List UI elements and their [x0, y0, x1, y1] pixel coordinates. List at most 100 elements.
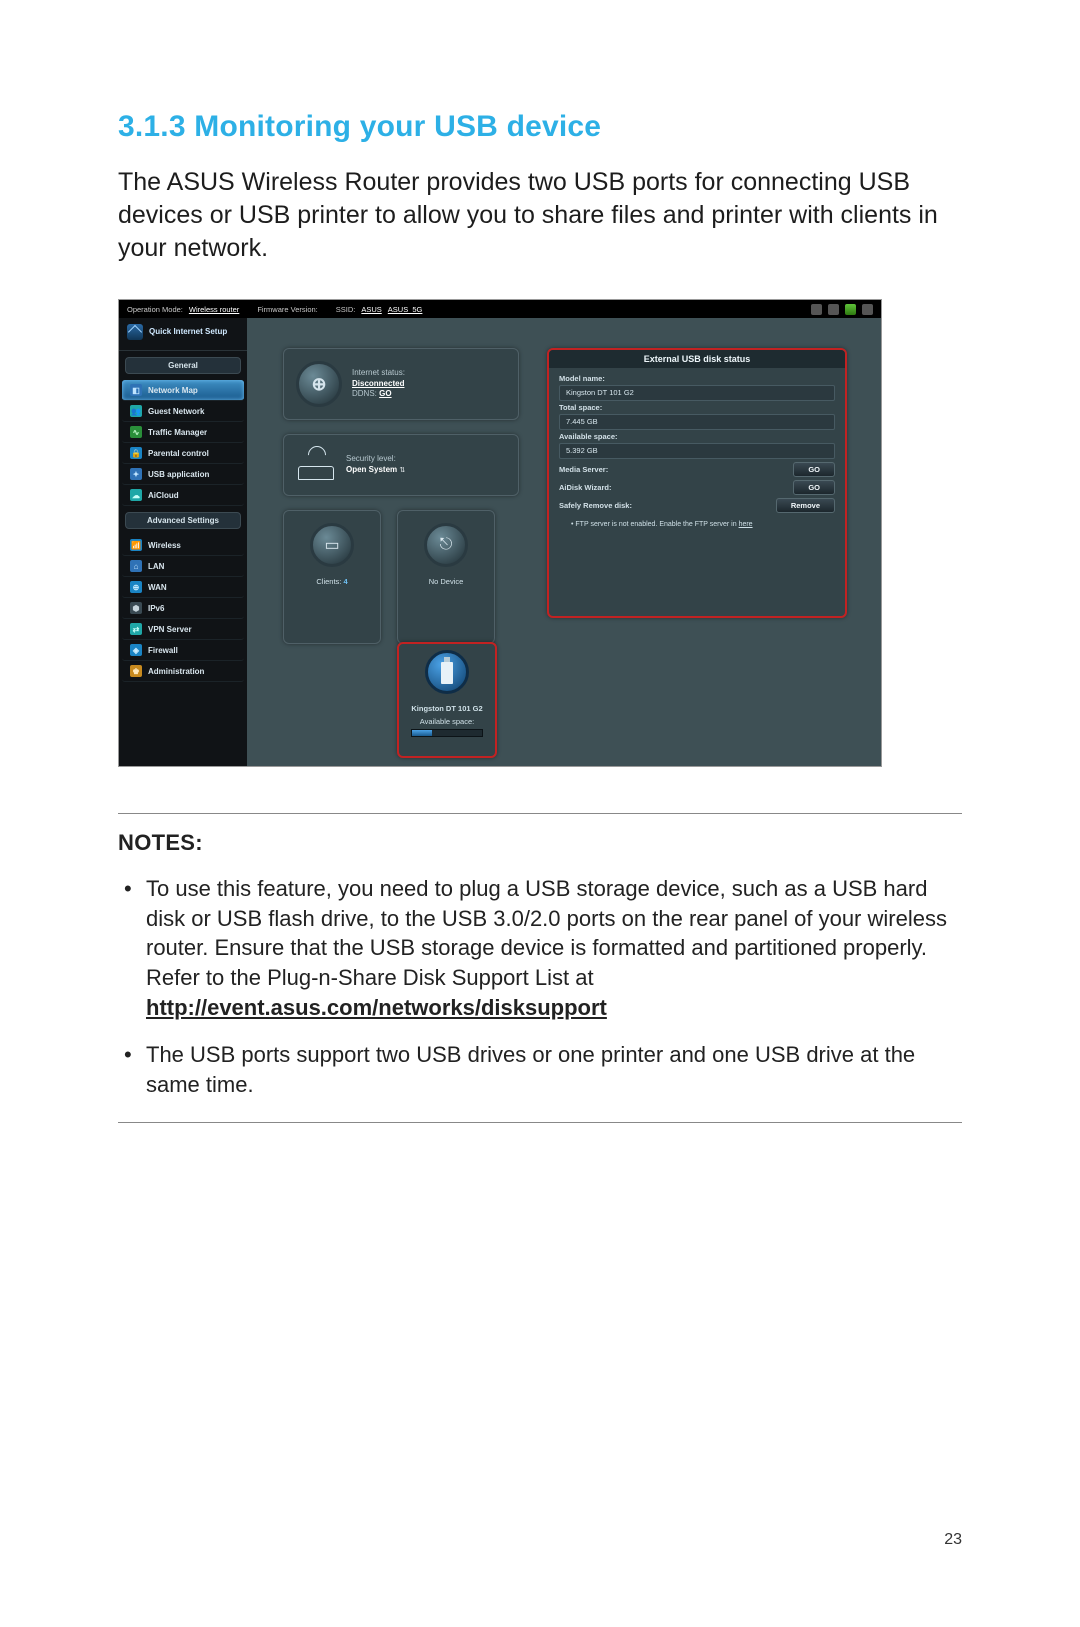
notes-heading: NOTES: — [118, 830, 962, 856]
nav-administration[interactable]: ♚ Administration — [122, 661, 244, 682]
ftp-note: • FTP server is not enabled. Enable the … — [559, 515, 835, 528]
nav-ipv6[interactable]: ⬢ IPv6 — [122, 598, 244, 619]
router-topbar: Operation Mode: Wireless router Firmware… — [119, 300, 881, 318]
clients-label: Clients: — [316, 577, 341, 586]
nav-label: IPv6 — [148, 604, 164, 613]
topbar-icon-3 — [862, 304, 873, 315]
vpn-icon: ⇄ — [130, 623, 142, 635]
op-mode-label: Operation Mode: — [127, 305, 183, 314]
nav-label: Wireless — [148, 541, 181, 550]
divider — [118, 1122, 962, 1123]
nav-firewall[interactable]: ◈ Firewall — [122, 640, 244, 661]
admin-icon: ♚ — [130, 665, 142, 677]
ddns-label: DDNS: — [352, 389, 377, 398]
note-1-url[interactable]: http://event.asus.com/networks/disksuppo… — [146, 995, 607, 1020]
security-label: Security level: — [346, 454, 396, 463]
qis-label: Quick Internet Setup — [149, 328, 227, 337]
sidebar: Quick Internet Setup General ◧Network Ma… — [119, 318, 248, 766]
divider — [118, 813, 962, 814]
nav-traffic-manager[interactable]: ∿ Traffic Manager — [122, 422, 244, 443]
note-item-1: To use this feature, you need to plug a … — [146, 874, 962, 1022]
media-label: Media Server: — [559, 465, 785, 474]
ssid-value-2: ASUS_5G — [388, 305, 423, 314]
remove-button[interactable]: Remove — [776, 498, 835, 513]
nav-network-map[interactable]: ◧ Network Map — [122, 380, 244, 401]
shield-icon: ◈ — [130, 644, 142, 656]
router-icon — [296, 450, 336, 480]
model-label: Model name: — [559, 374, 835, 383]
nav-label: Administration — [148, 667, 204, 676]
cloud-icon: ☁ — [130, 489, 142, 501]
router-main: ⊕ Internet status: Disconnected DDNS: GO… — [247, 318, 881, 766]
security-value: Open System — [346, 465, 397, 474]
guest-network-icon: 👥 — [130, 405, 142, 417]
nav-label: Parental control — [148, 449, 209, 458]
usb-device-name: Kingston DT 101 G2 — [399, 704, 495, 713]
usb-drive-icon — [425, 650, 469, 694]
quick-internet-setup[interactable]: Quick Internet Setup — [119, 318, 247, 351]
ssid-label: SSID: — [336, 305, 356, 314]
nav-label: Network Map — [148, 386, 198, 395]
page-number: 23 — [944, 1531, 962, 1549]
nav-parental-control[interactable]: 🔒 Parental control — [122, 443, 244, 464]
nav-label: Firewall — [148, 646, 178, 655]
media-go-button[interactable]: GO — [793, 462, 835, 477]
no-device-card[interactable]: ⎋ No Device — [397, 510, 495, 644]
ssid-value-1: ASUS — [361, 305, 381, 314]
internet-status-text: Internet status: Disconnected DDNS: GO — [352, 368, 405, 400]
available-space-label: Available space: — [399, 717, 495, 726]
total-label: Total space: — [559, 403, 835, 412]
security-text: Security level: Open System ⇅ — [346, 454, 405, 476]
monitor-icon: ▭ — [310, 523, 354, 567]
nav-label: AiCloud — [148, 491, 179, 500]
external-usb-status-panel: External USB disk status Model name: Kin… — [547, 348, 847, 618]
nav-label: Guest Network — [148, 407, 204, 416]
total-value: 7.445 GB — [559, 414, 835, 430]
ftp-enable-link[interactable]: here — [739, 521, 753, 528]
op-mode-value: Wireless router — [189, 305, 239, 314]
nav-wan[interactable]: ⊕WAN — [122, 577, 244, 598]
puzzle-icon: ✦ — [130, 468, 142, 480]
nav-label: LAN — [148, 562, 164, 571]
topbar-icon-1 — [811, 304, 822, 315]
model-value: Kingston DT 101 G2 — [559, 385, 835, 401]
nav-lan[interactable]: ⌂ LAN — [122, 556, 244, 577]
note-item-2: The USB ports support two USB drives or … — [146, 1040, 962, 1099]
note-1-text: To use this feature, you need to plug a … — [146, 876, 947, 990]
no-device-label: No Device — [398, 577, 494, 586]
qis-icon — [127, 324, 143, 340]
internet-status-card[interactable]: ⊕ Internet status: Disconnected DDNS: GO — [283, 348, 519, 420]
avail-label: Available space: — [559, 432, 835, 441]
nav-vpn[interactable]: ⇄ VPN Server — [122, 619, 244, 640]
section-heading: 3.1.3 Monitoring your USB device — [118, 110, 962, 144]
globe-large-icon: ⊕ — [296, 361, 342, 407]
nav-label: USB application — [148, 470, 209, 479]
home-icon: ⌂ — [130, 560, 142, 572]
aidisk-label: AiDisk Wizard: — [559, 483, 785, 492]
usb-icon — [845, 304, 856, 315]
lock-icon: 🔒 — [130, 447, 142, 459]
remove-label: Safely Remove disk: — [559, 501, 768, 510]
traffic-icon: ∿ — [130, 426, 142, 438]
status-label: Internet status: — [352, 368, 405, 377]
nav-guest-network[interactable]: 👥 Guest Network — [122, 401, 244, 422]
nav-aicloud[interactable]: ☁ AiCloud — [122, 485, 244, 506]
nav-wireless[interactable]: 📶Wireless — [122, 535, 244, 556]
nav-label: VPN Server — [148, 625, 192, 634]
ipv6-icon: ⬢ — [130, 602, 142, 614]
nav-label: Traffic Manager — [148, 428, 207, 437]
nav-label: WAN — [148, 583, 167, 592]
notes-list: To use this feature, you need to plug a … — [118, 874, 962, 1100]
topbar-icon-2 — [828, 304, 839, 315]
security-level-card[interactable]: Security level: Open System ⇅ — [283, 434, 519, 496]
aidisk-go-button[interactable]: GO — [793, 480, 835, 495]
router-screenshot: Operation Mode: Wireless router Firmware… — [118, 299, 882, 767]
clients-card[interactable]: ▭ Clients: 4 — [283, 510, 381, 644]
ddns-link[interactable]: GO — [379, 389, 391, 398]
ftp-note-text: FTP server is not enabled. Enable the FT… — [575, 521, 738, 528]
usb-device-card[interactable]: Kingston DT 101 G2 Available space: — [397, 642, 497, 758]
nav-usb-application[interactable]: ✦ USB application — [122, 464, 244, 485]
available-space-bar — [411, 729, 483, 737]
network-map-icon: ◧ — [130, 384, 142, 396]
usb-plug-icon: ⎋ — [424, 523, 468, 567]
